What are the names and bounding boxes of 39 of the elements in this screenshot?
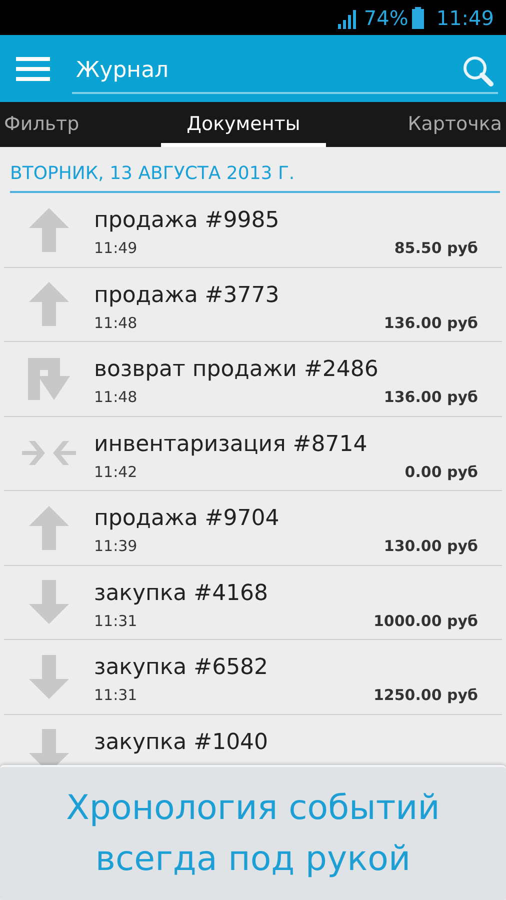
- entry-amount: 130.00 руб: [384, 536, 478, 558]
- tab[interactable]: Документы: [160, 102, 326, 147]
- entry-time: 11:42: [94, 462, 138, 483]
- down-arrow-icon: [29, 580, 69, 624]
- entry-time: 11:31: [94, 685, 138, 706]
- tab[interactable]: Карточка: [404, 102, 506, 147]
- converging-arrows-icon: [22, 441, 76, 466]
- entry-amount: 136.00 руб: [384, 312, 478, 334]
- up-arrow-icon: [29, 282, 69, 326]
- entry-time: 11:31: [94, 610, 138, 632]
- entry-amount: 1250.00 руб: [373, 685, 478, 706]
- entry-title: инвентаризация #8714: [94, 432, 368, 457]
- entry-title: закупка #4168: [94, 582, 270, 606]
- entry-time: 11:39: [94, 536, 138, 558]
- entry-title: продажа #9985: [94, 209, 280, 234]
- entry-time: 11:49: [94, 238, 138, 260]
- entry-time: 11:48: [94, 312, 138, 334]
- battery-percent: 74%: [364, 4, 408, 32]
- banner-text: всегда под рукой: [95, 838, 411, 880]
- entry-title: закупка #1040: [94, 730, 270, 755]
- up-arrow-icon: [29, 506, 69, 550]
- battery-icon: [412, 6, 424, 28]
- entry-title: продажа #3773: [94, 284, 280, 308]
- clock: 11:49: [436, 4, 494, 32]
- tab[interactable]: Фильтр: [0, 102, 84, 147]
- section-header: ВТОРНИК, 13 АВГУСТА 2013 Г.: [10, 160, 500, 193]
- entry-title: продажа #9704: [94, 507, 280, 532]
- search-button[interactable]: [462, 54, 494, 86]
- entry-amount: 1000.00 руб: [373, 610, 478, 632]
- entry-title: возврат продажи #2486: [94, 358, 380, 382]
- entry-amount: 136.00 руб: [384, 387, 478, 408]
- return-arrow-icon: [28, 358, 70, 400]
- down-arrow-icon: [29, 654, 69, 699]
- entry-amount: 85.50 руб: [394, 238, 478, 260]
- banner-text: Хронология событий: [66, 786, 440, 830]
- entry-time: 11:48: [94, 387, 138, 408]
- up-arrow-icon: [29, 208, 69, 252]
- entry-title: закупка #6582: [94, 656, 270, 680]
- entry-amount: 0.00 руб: [404, 462, 478, 483]
